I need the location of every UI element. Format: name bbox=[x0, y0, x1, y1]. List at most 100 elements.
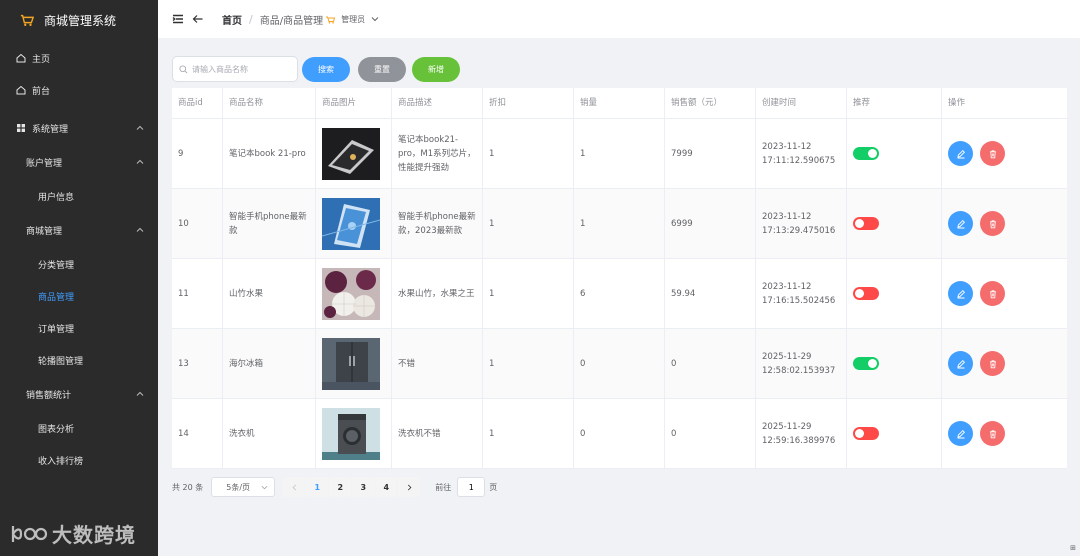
sidebar-item-accounts[interactable]: 账户管理 bbox=[0, 146, 158, 178]
reset-button[interactable]: 重置 bbox=[358, 56, 406, 82]
menu-fold-icon[interactable] bbox=[172, 13, 184, 25]
sidebar-item-carousel[interactable]: 轮播图管理 bbox=[0, 344, 158, 376]
watermark: 大数跨境 bbox=[10, 519, 136, 548]
sidebar-item-label: 用户信息 bbox=[38, 192, 75, 203]
add-button[interactable]: 新增 bbox=[412, 56, 460, 82]
table-row: 9 笔记本book 21-pro 笔记本book21-pro，M1系列芯片，性能… bbox=[172, 119, 1067, 189]
breadcrumb-current: 商品/商品管理 bbox=[259, 15, 324, 27]
column-header[interactable]: 商品描述 bbox=[392, 88, 483, 118]
goto-label: 前往 bbox=[435, 482, 452, 492]
sidebar-item-sales-stats[interactable]: 销售额统计 bbox=[0, 378, 158, 410]
product-image-smartphone[interactable] bbox=[322, 197, 380, 250]
column-header[interactable]: 折扣 bbox=[483, 88, 574, 118]
cell-sales: 0 bbox=[574, 329, 665, 398]
recommend-toggle[interactable] bbox=[853, 427, 879, 440]
goto-input[interactable] bbox=[457, 477, 486, 497]
edit-button[interactable] bbox=[948, 351, 973, 376]
next-page-button[interactable] bbox=[398, 477, 421, 497]
sidebar-item-products[interactable]: 商品管理 bbox=[0, 280, 158, 312]
column-header[interactable]: 操作 bbox=[942, 88, 1067, 118]
product-image-refrigerator[interactable] bbox=[322, 337, 380, 390]
breadcrumb-home[interactable]: 首页 bbox=[222, 12, 242, 27]
recommend-toggle[interactable] bbox=[853, 217, 879, 230]
column-header[interactable]: 商品id bbox=[172, 88, 223, 118]
page-button-4[interactable]: 4 bbox=[375, 477, 398, 497]
table-row: 13 海尔冰箱 不错 1 0 0 2025-11-29 12:58:02.153… bbox=[172, 329, 1067, 399]
edit-icon bbox=[956, 359, 965, 368]
cell-revenue: 59.94 bbox=[665, 259, 756, 328]
edit-button[interactable] bbox=[948, 281, 973, 306]
column-header[interactable]: 创建时间 bbox=[756, 88, 847, 118]
delete-button[interactable] bbox=[980, 421, 1005, 446]
sidebar-item-label: 轮播图管理 bbox=[38, 356, 84, 367]
sidebar-item-orders[interactable]: 订单管理 bbox=[0, 312, 158, 344]
user-menu[interactable]: 管理员 bbox=[325, 14, 379, 25]
arrow-left-icon[interactable] bbox=[192, 13, 204, 25]
page-button-2[interactable]: 2 bbox=[329, 477, 352, 497]
sidebar-item-home[interactable]: 主页 bbox=[0, 42, 158, 74]
delete-button[interactable] bbox=[980, 141, 1005, 166]
search-button[interactable]: 搜索 bbox=[302, 56, 350, 82]
sidebar-item-label: 收入排行榜 bbox=[38, 456, 84, 467]
sidebar-item-mall[interactable]: 商城管理 bbox=[0, 214, 158, 246]
sidebar-item-revenue-ranking[interactable]: 收入排行榜 bbox=[0, 444, 158, 476]
sidebar-item-user-info[interactable]: 用户信息 bbox=[0, 180, 158, 212]
search-input[interactable] bbox=[192, 64, 292, 74]
sidebar-item-label: 销售额统计 bbox=[26, 390, 72, 401]
toggle-knob bbox=[855, 429, 864, 438]
cell-revenue: 6999 bbox=[665, 189, 756, 258]
cell-recommend bbox=[847, 399, 942, 468]
cell-actions bbox=[942, 119, 1067, 188]
column-header[interactable]: 推荐 bbox=[847, 88, 942, 118]
table-row: 11 山竹水果 水果山竹，水果之王 1 6 59.94 2023-11-12 1… bbox=[172, 259, 1067, 329]
delete-button[interactable] bbox=[980, 351, 1005, 376]
toggle-knob bbox=[855, 289, 864, 298]
cell-name: 海尔冰箱 bbox=[223, 329, 316, 398]
cell-name: 山竹水果 bbox=[223, 259, 316, 328]
recommend-toggle[interactable] bbox=[853, 357, 879, 370]
search-box[interactable] bbox=[172, 56, 298, 82]
page-size-select[interactable]: 5条/页 bbox=[211, 477, 276, 497]
chevron-left-icon bbox=[292, 484, 296, 490]
product-image-washing-machine[interactable] bbox=[322, 407, 380, 460]
page-button-3[interactable]: 3 bbox=[352, 477, 375, 497]
page-size-value: 5条/页 bbox=[226, 482, 251, 492]
sidebar-item-label: 商品管理 bbox=[38, 292, 75, 303]
column-header[interactable]: 商品图片 bbox=[316, 88, 392, 118]
cell-discount: 1 bbox=[483, 329, 574, 398]
chevron-right-icon bbox=[407, 484, 412, 490]
column-header[interactable]: 商品名称 bbox=[223, 88, 316, 118]
sidebar-item-charts[interactable]: 图表分析 bbox=[0, 412, 158, 444]
cell-created: 2023-11-12 17:11:12.590675 bbox=[756, 119, 847, 188]
cell-image bbox=[316, 329, 392, 398]
product-image-laptop[interactable] bbox=[322, 127, 380, 180]
prev-page-button[interactable] bbox=[283, 477, 306, 497]
delete-button[interactable] bbox=[980, 281, 1005, 306]
column-header[interactable]: 销量 bbox=[574, 88, 665, 118]
chevron-up-icon bbox=[136, 125, 144, 130]
edit-button[interactable] bbox=[948, 211, 973, 236]
chevron-up-icon bbox=[136, 227, 144, 232]
sidebar-item-categories[interactable]: 分类管理 bbox=[0, 248, 158, 280]
cell-image bbox=[316, 189, 392, 258]
cell-id: 9 bbox=[172, 119, 223, 188]
delete-button[interactable] bbox=[980, 211, 1005, 236]
chevron-down-icon bbox=[261, 485, 268, 490]
table-row: 14 洗衣机 洗衣机不错 1 0 0 2025-11-29 12:59:16.3… bbox=[172, 399, 1067, 469]
edit-button[interactable] bbox=[948, 421, 973, 446]
page-button-1[interactable]: 1 bbox=[306, 477, 329, 497]
recommend-toggle[interactable] bbox=[853, 147, 879, 160]
column-header[interactable]: 销售额（元） bbox=[665, 88, 756, 118]
edit-button[interactable] bbox=[948, 141, 973, 166]
cell-name: 智能手机phone最新款 bbox=[223, 189, 316, 258]
cell-discount: 1 bbox=[483, 189, 574, 258]
recommend-toggle[interactable] bbox=[853, 287, 879, 300]
cell-id: 11 bbox=[172, 259, 223, 328]
cell-created: 2025-11-29 12:59:16.389976 bbox=[756, 399, 847, 468]
app-logo[interactable]: 商城管理系统 bbox=[0, 0, 158, 40]
sidebar-item-system[interactable]: 系统管理 bbox=[0, 112, 158, 144]
cell-recommend bbox=[847, 259, 942, 328]
product-image-mangosteen[interactable] bbox=[322, 267, 380, 320]
sidebar-item-frontend[interactable]: 前台 bbox=[0, 74, 158, 106]
user-name: 管理员 bbox=[341, 14, 366, 24]
